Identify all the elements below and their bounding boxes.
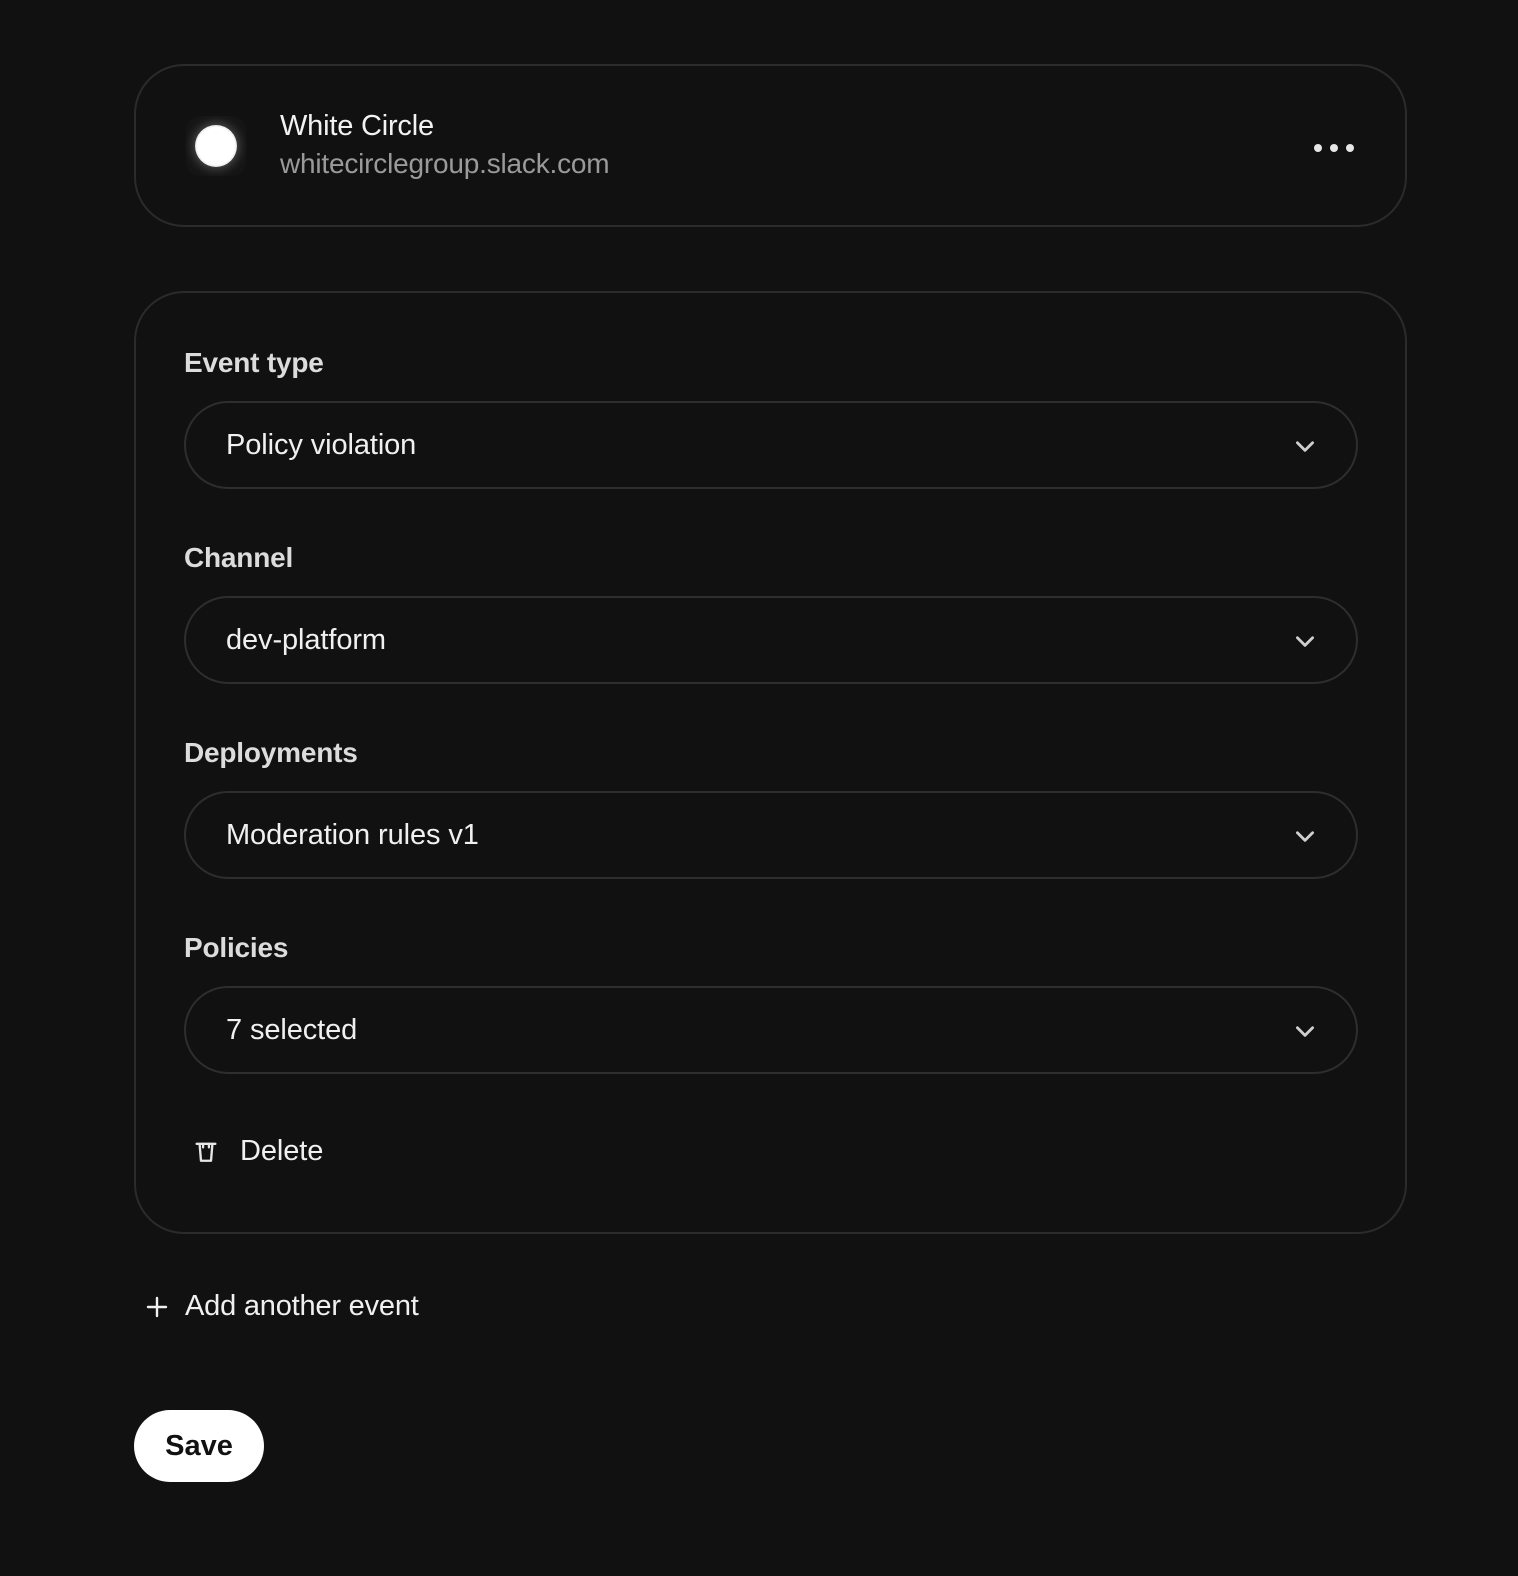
more-horizontal-icon[interactable] xyxy=(1307,132,1361,164)
event-type-label: Event type xyxy=(184,347,324,378)
event-card: Event type Policy violation Channel dev-… xyxy=(134,291,1407,1234)
white-circle-icon xyxy=(186,116,246,176)
add-another-event-label: Add another event xyxy=(185,1290,419,1322)
channel-label: Channel xyxy=(184,542,294,573)
workspace-card: White Circle whitecirclegroup.slack.com xyxy=(134,64,1407,227)
delete-label: Delete xyxy=(240,1135,324,1167)
deployments-label: Deployments xyxy=(184,737,358,768)
workspace-domain: whitecirclegroup.slack.com xyxy=(280,148,610,179)
policies-select[interactable]: 7 selected xyxy=(184,986,1358,1074)
plus-icon xyxy=(146,1296,168,1317)
deployments-value: Moderation rules v1 xyxy=(226,818,479,851)
add-another-event-button[interactable]: Add another event xyxy=(145,1290,419,1323)
event-type-value: Policy violation xyxy=(226,428,417,461)
deployments-select[interactable]: Moderation rules v1 xyxy=(184,791,1358,879)
save-button[interactable]: Save xyxy=(134,1410,264,1482)
policies-label: Policies xyxy=(184,932,289,963)
page: White Circle whitecirclegroup.slack.com … xyxy=(0,0,1518,1576)
channel-select[interactable]: dev-platform xyxy=(184,596,1358,684)
chevron-down-icon xyxy=(1296,1026,1314,1037)
chevron-down-icon xyxy=(1296,441,1314,452)
trash-icon xyxy=(195,1142,217,1162)
workspace-info: White Circle whitecirclegroup.slack.com xyxy=(280,108,610,184)
chevron-down-icon xyxy=(1296,831,1314,842)
workspace-name: White Circle xyxy=(280,110,434,142)
event-type-select[interactable]: Policy violation xyxy=(184,401,1358,489)
policies-value: 7 selected xyxy=(226,1013,358,1046)
chevron-down-icon xyxy=(1296,636,1314,647)
delete-button[interactable]: Delete xyxy=(192,1135,323,1168)
channel-value: dev-platform xyxy=(226,623,386,656)
